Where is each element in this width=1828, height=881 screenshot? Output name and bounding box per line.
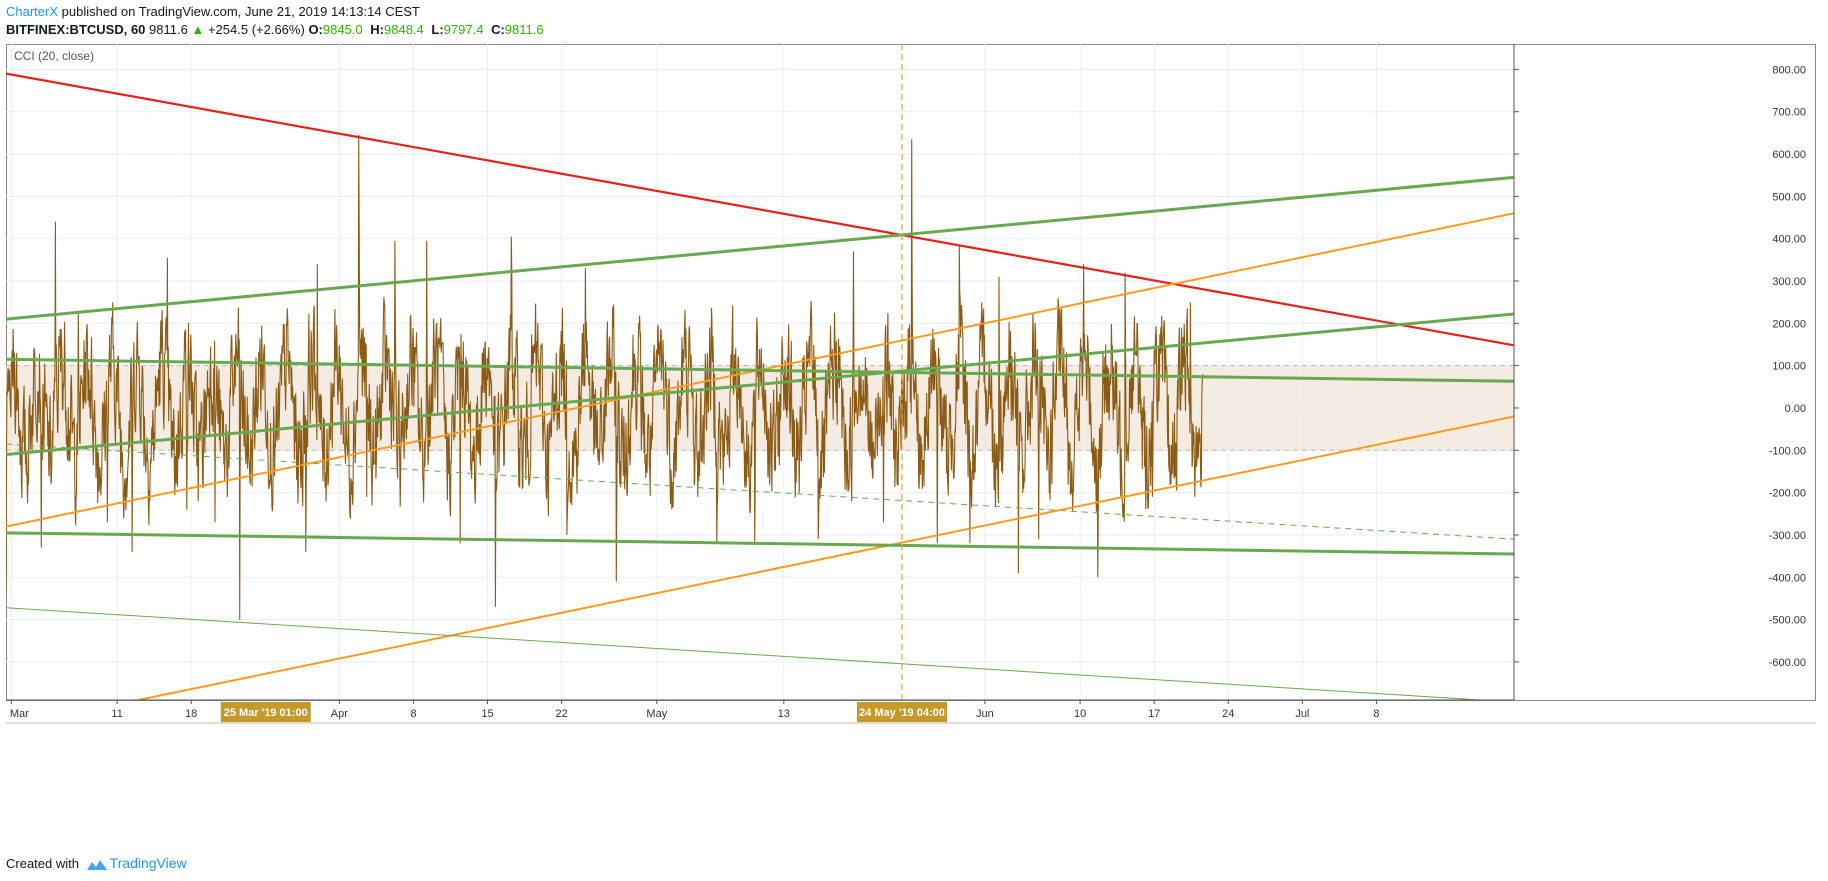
tradingview-link[interactable]: TradingView xyxy=(110,855,187,871)
open-label: O: xyxy=(308,22,323,37)
low-label: L: xyxy=(431,22,444,37)
x-tick-label: May xyxy=(646,708,667,720)
price-change: +254.5 (+2.66%) xyxy=(207,22,305,37)
x-tick-label: Apr xyxy=(331,708,348,720)
publish-line: CharterX published on TradingView.com, J… xyxy=(6,3,548,21)
author-link[interactable]: CharterX xyxy=(6,4,58,19)
x-tick-label: 17 xyxy=(1148,708,1160,720)
x-tick-label: 11 xyxy=(111,708,122,720)
close-value: 9811.6 xyxy=(504,22,544,37)
up-arrow-icon: ▲ xyxy=(191,22,205,37)
chart-area[interactable]: CCI (20, close) 800.00 700.00 600.00 500.00 4… xyxy=(6,44,1816,844)
x-tick-label: 13 xyxy=(778,708,790,720)
y-tick-label: 600.00 xyxy=(1772,149,1806,161)
x-tick-label: 10 xyxy=(1074,708,1086,720)
x-highlight-label: 25 Mar '19 01:00 xyxy=(220,702,311,722)
y-tick-label: 500.00 xyxy=(1772,191,1806,203)
x-tick-label: 24 xyxy=(1222,708,1234,720)
x-tick-label: Jun xyxy=(976,708,994,720)
y-tick-label: 200.00 xyxy=(1772,318,1806,330)
x-tick-label: 8 xyxy=(410,708,416,720)
y-tick-label: -100.00 xyxy=(1769,445,1806,457)
close-label: C: xyxy=(491,22,505,37)
y-tick-label: -500.00 xyxy=(1769,615,1806,627)
y-tick-label: 700.00 xyxy=(1772,107,1806,119)
y-tick-label: 400.00 xyxy=(1772,234,1806,246)
x-tick-label: 22 xyxy=(555,708,567,720)
x-tick-label: 15 xyxy=(481,708,493,720)
y-tick-label: -600.00 xyxy=(1769,657,1806,669)
publish-info: published on TradingView.com, June 21, 2… xyxy=(58,4,420,19)
x-tick-label: 18 xyxy=(185,708,197,720)
y-tick-label: -400.00 xyxy=(1769,572,1806,584)
last-price: 9811.6 xyxy=(149,22,188,37)
high-label: H: xyxy=(370,22,384,37)
x-tick-label: Mar xyxy=(10,708,29,720)
tradingview-logo-icon xyxy=(86,859,107,870)
x-tick-label: 8 xyxy=(1373,708,1379,720)
y-tick-label: 800.00 xyxy=(1772,64,1806,76)
footer: Created with TradingView xyxy=(6,855,187,872)
chart-header: CharterX published on TradingView.com, J… xyxy=(6,3,548,39)
cci-chart[interactable]: CCI (20, close) 800.00 700.00 600.00 500.00 4… xyxy=(6,44,1816,844)
y-tick-label: -300.00 xyxy=(1769,530,1806,542)
x-highlight-text: 25 Mar '19 01:00 xyxy=(224,707,308,719)
high-value: 9848.4 xyxy=(384,22,424,37)
y-tick-label: 100.00 xyxy=(1772,361,1806,373)
y-tick-label: -200.00 xyxy=(1769,488,1806,500)
low-value: 9797.4 xyxy=(443,22,484,37)
x-highlight-label: 24 May '19 04:00 xyxy=(856,702,947,722)
created-with-text: Created with xyxy=(6,856,79,871)
y-tick-label: 300.00 xyxy=(1772,276,1806,288)
x-highlight-text: 24 May '19 04:00 xyxy=(859,707,945,719)
open-value: 9845.0 xyxy=(322,22,363,37)
symbol-name: BITFINEX:BTCUSD, 60 xyxy=(6,22,146,37)
symbol-line: BITFINEX:BTCUSD, 60 9811.6 ▲ +254.5 (+2.… xyxy=(6,21,548,39)
indicator-label: CCI (20, close) xyxy=(14,49,94,63)
y-tick-label: 0.00 xyxy=(1785,403,1806,415)
x-tick-label: Jul xyxy=(1295,708,1309,720)
